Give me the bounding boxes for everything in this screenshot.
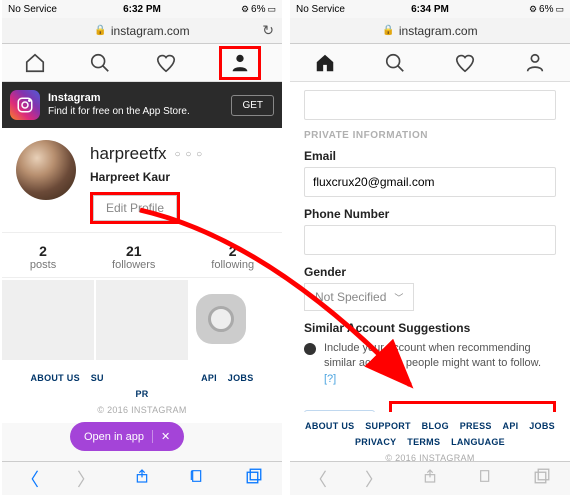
settings-form: PRIVATE INFORMATION Email Phone Number G… (290, 82, 570, 412)
profile-icon[interactable] (523, 51, 547, 75)
promo-title: Instagram (48, 92, 223, 105)
suggestions-option[interactable]: Include your account when recommending s… (304, 341, 556, 387)
promo-subtitle: Find it for free on the App Store. (48, 106, 223, 118)
footer-link[interactable]: SU (91, 373, 104, 383)
profile-icon[interactable] (228, 51, 252, 75)
pill-label: Open in app (84, 431, 144, 443)
url-bar[interactable]: 🔒 instagram.com (290, 18, 570, 44)
more-options-icon[interactable]: ○ ○ ○ (175, 149, 204, 160)
phone-field[interactable] (304, 225, 556, 255)
footer-link[interactable]: API (201, 373, 217, 383)
phone-label: Phone Number (304, 207, 556, 221)
text-input-blank[interactable] (304, 90, 556, 120)
gender-value: Not Specified (315, 290, 386, 304)
profile-header: harpreetfx ○ ○ ○ Harpreet Kaur Edit Prof… (2, 128, 282, 232)
battery-text: 6% (251, 4, 265, 15)
post-grid (2, 278, 282, 360)
lock-icon: 🔒 (94, 25, 106, 36)
footer-link[interactable]: PR (135, 389, 148, 399)
footer-link[interactable]: ABOUT US (305, 421, 354, 431)
url-text: instagram.com (111, 24, 190, 38)
footer-link[interactable]: TERMS (407, 437, 440, 447)
footer-link[interactable]: JOBS (228, 373, 254, 383)
edit-profile-button[interactable]: Edit Profile (93, 195, 177, 221)
radio-selected-icon (304, 343, 316, 355)
suggestions-text: Include your account when recommending s… (324, 342, 541, 369)
stat-followers[interactable]: 21followers (112, 243, 155, 271)
footer-link[interactable]: ABOUT US (30, 373, 79, 383)
share-icon[interactable] (420, 467, 440, 490)
close-icon[interactable]: ✕ (152, 430, 170, 443)
tabs-icon[interactable] (532, 467, 552, 490)
username: harpreetfx (90, 144, 167, 164)
app-promo-banner: Instagram Find it for free on the App St… (2, 82, 282, 128)
heart-icon[interactable] (453, 51, 477, 75)
phone-left: No Service 6:32 PM ⚙ 6% ▭ 🔒 instagram.co… (2, 0, 282, 495)
email-label: Email (304, 149, 556, 163)
carrier-text: No Service (296, 4, 345, 15)
chevron-down-icon: ﹀ (394, 291, 403, 304)
phone-right: No Service 6:34 PM ⚙ 6% ▭ 🔒 instagram.co… (290, 0, 570, 495)
home-icon[interactable] (313, 51, 337, 75)
instagram-tabbar (2, 44, 282, 82)
heart-icon[interactable] (154, 51, 178, 75)
footer-link[interactable]: JOBS (529, 421, 555, 431)
share-icon[interactable] (132, 467, 152, 490)
search-icon[interactable] (383, 51, 407, 75)
stat-posts[interactable]: 2posts (30, 243, 56, 271)
footer-link[interactable]: PRESS (460, 421, 492, 431)
avatar[interactable] (16, 140, 76, 200)
display-name: Harpreet Kaur (90, 170, 203, 184)
safari-toolbar: 〈 〉 (290, 461, 570, 495)
disable-link-highlight: Temporarily disable my account (389, 401, 556, 412)
section-label-private: PRIVATE INFORMATION (304, 130, 556, 141)
footer-link[interactable]: LANGUAGE (451, 437, 505, 447)
stat-following[interactable]: 2following (211, 243, 254, 271)
status-right: ⚙ 6% ▭ (529, 4, 564, 15)
search-icon[interactable] (88, 51, 112, 75)
assistive-touch-icon[interactable] (196, 294, 246, 344)
forward-icon[interactable]: 〉 (364, 466, 384, 492)
footer-link[interactable]: PRIVACY (355, 437, 396, 447)
instagram-tabbar (290, 44, 570, 82)
status-bar: No Service 6:34 PM ⚙ 6% ▭ (290, 0, 570, 18)
url-text: instagram.com (399, 24, 478, 38)
promo-text: Instagram Find it for free on the App St… (48, 92, 223, 117)
gender-select[interactable]: Not Specified ﹀ (304, 283, 414, 311)
status-bar: No Service 6:32 PM ⚙ 6% ▭ (2, 0, 282, 18)
carrier-text: No Service (8, 4, 57, 15)
help-link[interactable]: [?] (324, 373, 336, 385)
forward-icon[interactable]: 〉 (76, 466, 96, 492)
bookmarks-icon[interactable] (188, 467, 208, 490)
refresh-icon[interactable]: ↻ (262, 22, 274, 39)
profile-stats: 2posts 21followers 2following (2, 232, 282, 278)
battery-text: 6% (539, 4, 553, 15)
edit-profile-highlight: Edit Profile (90, 192, 180, 224)
instagram-logo-icon (10, 90, 40, 120)
get-button[interactable]: GET (231, 95, 274, 116)
gender-label: Gender (304, 265, 556, 279)
copyright: © 2016 INSTAGRAM (10, 402, 274, 418)
profile-tab-highlight (219, 46, 261, 80)
open-in-app-pill[interactable]: Open in app ✕ (70, 422, 184, 451)
footer-link[interactable]: BLOG (422, 421, 449, 431)
email-field[interactable] (304, 167, 556, 197)
back-icon[interactable]: 〈 (308, 466, 328, 492)
footer-link[interactable]: SUPPORT (365, 421, 411, 431)
status-right: ⚙ 6% ▭ (241, 4, 276, 15)
bookmarks-icon[interactable] (476, 467, 496, 490)
post-thumbnail[interactable] (96, 280, 188, 360)
post-thumbnail[interactable] (2, 280, 94, 360)
safari-toolbar: 〈 〉 (2, 461, 282, 495)
suggestions-heading: Similar Account Suggestions (304, 321, 556, 335)
lock-icon: 🔒 (382, 25, 394, 36)
footer-link[interactable]: API (503, 421, 519, 431)
url-bar[interactable]: 🔒 instagram.com ↻ (2, 18, 282, 44)
back-icon[interactable]: 〈 (20, 466, 40, 492)
home-icon[interactable] (23, 51, 47, 75)
footer-links: ABOUT US SU XXXXXXXXXXXX API JOBS PR © 2… (2, 360, 282, 423)
tabs-icon[interactable] (244, 467, 264, 490)
